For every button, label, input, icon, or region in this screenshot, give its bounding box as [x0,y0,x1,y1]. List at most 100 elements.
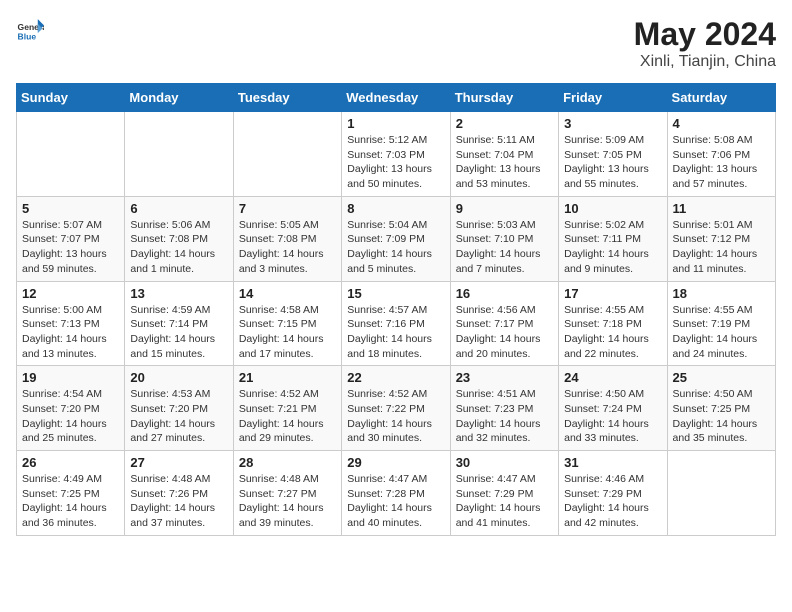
day-number: 27 [130,455,227,470]
calendar-header-row: SundayMondayTuesdayWednesdayThursdayFrid… [17,84,776,112]
day-number: 18 [673,286,770,301]
day-info: Sunrise: 5:07 AM Sunset: 7:07 PM Dayligh… [22,218,119,277]
day-info: Sunrise: 5:01 AM Sunset: 7:12 PM Dayligh… [673,218,770,277]
calendar-header-friday: Friday [559,84,667,112]
calendar-cell-3-5: 16Sunrise: 4:56 AM Sunset: 7:17 PM Dayli… [450,281,558,366]
day-number: 2 [456,116,553,131]
day-info: Sunrise: 4:50 AM Sunset: 7:25 PM Dayligh… [673,387,770,446]
day-info: Sunrise: 5:00 AM Sunset: 7:13 PM Dayligh… [22,303,119,362]
day-info: Sunrise: 4:53 AM Sunset: 7:20 PM Dayligh… [130,387,227,446]
day-number: 8 [347,201,444,216]
main-title: May 2024 [634,16,776,53]
calendar-cell-1-7: 4 Sunrise: 5:08 AM Sunset: 7:06 PM Daylig… [667,112,775,197]
day-number: 25 [673,370,770,385]
day-number: 7 [239,201,336,216]
calendar-cell-2-5: 9 Sunrise: 5:03 AM Sunset: 7:10 PM Daylig… [450,196,558,281]
day-number: 28 [239,455,336,470]
day-number: 17 [564,286,661,301]
calendar-cell-3-3: 14 Sunrise: 4:58 AM Sunset: 7:15 PM Dayli… [233,281,341,366]
calendar-body: 1 Sunrise: 5:12 AM Sunset: 7:03 PM Daylig… [17,112,776,536]
calendar-cell-2-3: 7 Sunrise: 5:05 AM Sunset: 7:08 PM Daylig… [233,196,341,281]
calendar-cell-2-4: 8 Sunrise: 5:04 AM Sunset: 7:09 PM Daylig… [342,196,450,281]
calendar-cell-5-2: 27 Sunrise: 4:48 AM Sunset: 7:26 PM Dayli… [125,451,233,536]
day-number: 23 [456,370,553,385]
calendar-cell-5-5: 30Sunrise: 4:47 AM Sunset: 7:29 PM Dayli… [450,451,558,536]
calendar-cell-2-1: 5 Sunrise: 5:07 AM Sunset: 7:07 PM Daylig… [17,196,125,281]
day-info: Sunrise: 4:57 AM Sunset: 7:16 PM Dayligh… [347,303,444,362]
calendar-cell-1-3 [233,112,341,197]
calendar-cell-4-3: 21Sunrise: 4:52 AM Sunset: 7:21 PM Dayli… [233,366,341,451]
day-info: Sunrise: 4:58 AM Sunset: 7:15 PM Dayligh… [239,303,336,362]
day-info: Sunrise: 5:08 AM Sunset: 7:06 PM Dayligh… [673,133,770,192]
day-info: Sunrise: 5:11 AM Sunset: 7:04 PM Dayligh… [456,133,553,192]
calendar-week-2: 5 Sunrise: 5:07 AM Sunset: 7:07 PM Daylig… [17,196,776,281]
logo: General Blue [16,16,44,44]
day-number: 19 [22,370,119,385]
calendar-cell-4-5: 23Sunrise: 4:51 AM Sunset: 7:23 PM Dayli… [450,366,558,451]
calendar-cell-5-6: 31Sunrise: 4:46 AM Sunset: 7:29 PM Dayli… [559,451,667,536]
calendar-cell-5-1: 26 Sunrise: 4:49 AM Sunset: 7:25 PM Dayli… [17,451,125,536]
calendar-cell-3-1: 12Sunrise: 5:00 AM Sunset: 7:13 PM Dayli… [17,281,125,366]
day-info: Sunrise: 5:02 AM Sunset: 7:11 PM Dayligh… [564,218,661,277]
calendar-header-saturday: Saturday [667,84,775,112]
day-number: 30 [456,455,553,470]
day-number: 11 [673,201,770,216]
day-number: 15 [347,286,444,301]
day-number: 6 [130,201,227,216]
calendar-cell-2-6: 10 Sunrise: 5:02 AM Sunset: 7:11 PM Dayli… [559,196,667,281]
calendar-cell-3-4: 15 Sunrise: 4:57 AM Sunset: 7:16 PM Dayli… [342,281,450,366]
day-number: 5 [22,201,119,216]
calendar-cell-4-2: 20Sunrise: 4:53 AM Sunset: 7:20 PM Dayli… [125,366,233,451]
calendar-header-monday: Monday [125,84,233,112]
day-info: Sunrise: 5:05 AM Sunset: 7:08 PM Dayligh… [239,218,336,277]
sub-title: Xinli, Tianjin, China [634,53,776,71]
day-info: Sunrise: 4:49 AM Sunset: 7:25 PM Dayligh… [22,472,119,531]
calendar-cell-4-7: 25 Sunrise: 4:50 AM Sunset: 7:25 PM Dayli… [667,366,775,451]
calendar-cell-3-6: 17Sunrise: 4:55 AM Sunset: 7:18 PM Dayli… [559,281,667,366]
calendar-week-4: 19 Sunrise: 4:54 AM Sunset: 7:20 PM Dayli… [17,366,776,451]
day-info: Sunrise: 5:12 AM Sunset: 7:03 PM Dayligh… [347,133,444,192]
day-info: Sunrise: 5:04 AM Sunset: 7:09 PM Dayligh… [347,218,444,277]
calendar-header-thursday: Thursday [450,84,558,112]
day-number: 1 [347,116,444,131]
calendar-cell-5-4: 29 Sunrise: 4:47 AM Sunset: 7:28 PM Dayli… [342,451,450,536]
logo-icon: General Blue [16,16,44,44]
calendar-header-tuesday: Tuesday [233,84,341,112]
day-info: Sunrise: 4:52 AM Sunset: 7:21 PM Dayligh… [239,387,336,446]
day-info: Sunrise: 4:55 AM Sunset: 7:19 PM Dayligh… [673,303,770,362]
day-number: 4 [673,116,770,131]
calendar-cell-5-3: 28 Sunrise: 4:48 AM Sunset: 7:27 PM Dayli… [233,451,341,536]
title-block: May 2024 Xinli, Tianjin, China [634,16,776,71]
day-info: Sunrise: 4:46 AM Sunset: 7:29 PM Dayligh… [564,472,661,531]
calendar-cell-1-5: 2 Sunrise: 5:11 AM Sunset: 7:04 PM Daylig… [450,112,558,197]
calendar-cell-2-7: 11 Sunrise: 5:01 AM Sunset: 7:12 PM Dayli… [667,196,775,281]
day-number: 14 [239,286,336,301]
calendar-cell-2-2: 6 Sunrise: 5:06 AM Sunset: 7:08 PM Daylig… [125,196,233,281]
day-info: Sunrise: 4:59 AM Sunset: 7:14 PM Dayligh… [130,303,227,362]
day-info: Sunrise: 5:03 AM Sunset: 7:10 PM Dayligh… [456,218,553,277]
page-header: General Blue May 2024 Xinli, Tianjin, Ch… [16,16,776,71]
day-number: 29 [347,455,444,470]
day-number: 26 [22,455,119,470]
day-info: Sunrise: 5:06 AM Sunset: 7:08 PM Dayligh… [130,218,227,277]
day-info: Sunrise: 4:47 AM Sunset: 7:28 PM Dayligh… [347,472,444,531]
day-info: Sunrise: 4:48 AM Sunset: 7:27 PM Dayligh… [239,472,336,531]
day-number: 22 [347,370,444,385]
day-info: Sunrise: 4:52 AM Sunset: 7:22 PM Dayligh… [347,387,444,446]
svg-text:Blue: Blue [18,31,37,41]
calendar-table: SundayMondayTuesdayWednesdayThursdayFrid… [16,83,776,536]
calendar-week-3: 12Sunrise: 5:00 AM Sunset: 7:13 PM Dayli… [17,281,776,366]
day-info: Sunrise: 4:54 AM Sunset: 7:20 PM Dayligh… [22,387,119,446]
day-info: Sunrise: 4:48 AM Sunset: 7:26 PM Dayligh… [130,472,227,531]
calendar-cell-3-2: 13Sunrise: 4:59 AM Sunset: 7:14 PM Dayli… [125,281,233,366]
calendar-week-5: 26 Sunrise: 4:49 AM Sunset: 7:25 PM Dayli… [17,451,776,536]
calendar-cell-4-6: 24Sunrise: 4:50 AM Sunset: 7:24 PM Dayli… [559,366,667,451]
day-info: Sunrise: 5:09 AM Sunset: 7:05 PM Dayligh… [564,133,661,192]
day-number: 10 [564,201,661,216]
day-number: 9 [456,201,553,216]
calendar-week-1: 1 Sunrise: 5:12 AM Sunset: 7:03 PM Daylig… [17,112,776,197]
day-number: 16 [456,286,553,301]
calendar-header-wednesday: Wednesday [342,84,450,112]
calendar-cell-1-4: 1 Sunrise: 5:12 AM Sunset: 7:03 PM Daylig… [342,112,450,197]
calendar-cell-1-1 [17,112,125,197]
